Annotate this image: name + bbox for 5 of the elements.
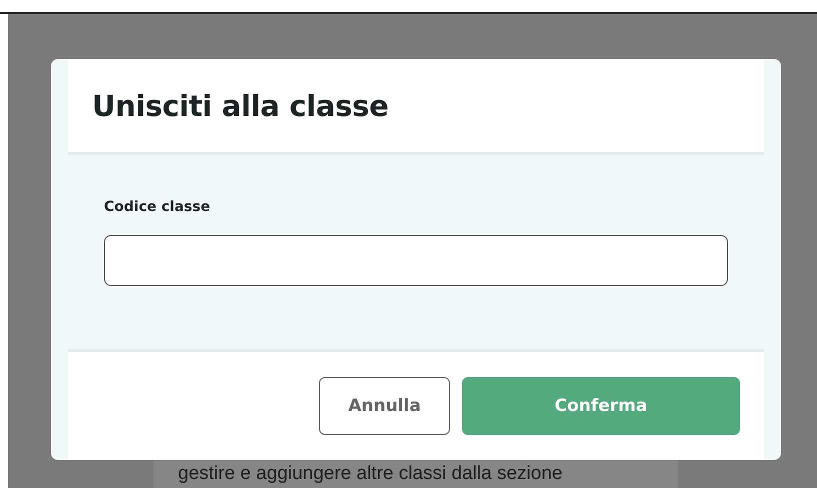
page-text: gestire e aggiungere altre classi dalla sezione [178,463,562,485]
class-code-field[interactable] [104,235,728,286]
cancel-button[interactable]: Annulla [319,377,450,435]
field-label: Codice classe [104,199,210,215]
dialog-title: Unisciti alla classe [92,88,388,122]
